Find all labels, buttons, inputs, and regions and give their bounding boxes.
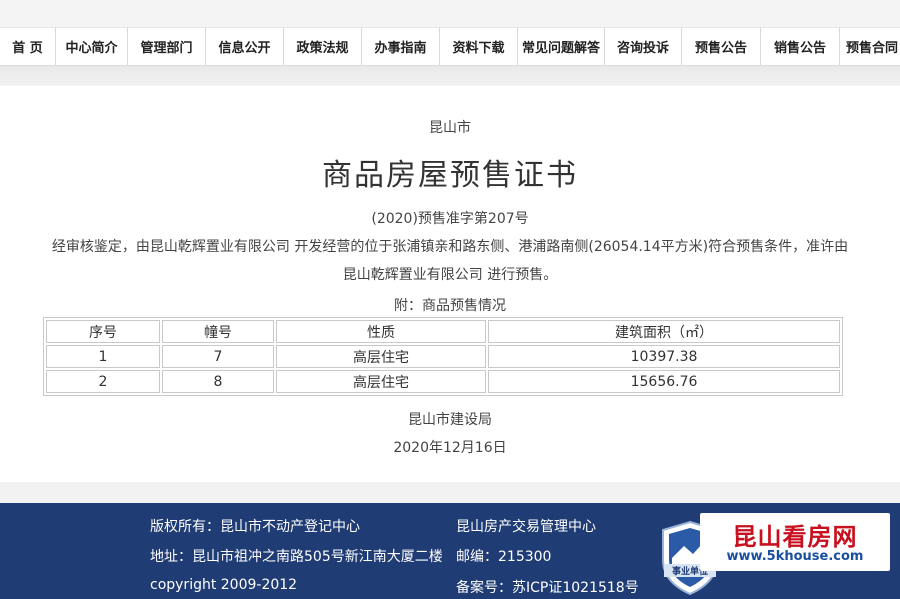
logo-url: www.5khouse.com [726,549,864,564]
nav-item-policies[interactable]: 政策法规 [284,28,362,65]
certificate-panel: 昆山市 商品房屋预售证书 (2020)预售准字第207号 经审核鉴定，由昆山乾辉… [0,86,900,483]
site-logo[interactable]: 昆山看房网 www.5khouse.com [700,513,890,571]
table-cell: 8 [162,370,274,393]
certificate-number: (2020)预售准字第207号 [371,211,529,227]
table-row: 2 8 高层住宅 15656.76 [46,370,840,393]
footer-postcode: 邮编：215300 [456,549,552,565]
top-gap [0,0,900,27]
presale-table: 序号 幢号 性质 建筑面积（㎡） 1 7 高层住宅 10397.38 2 8 高… [43,317,843,396]
table-cell: 高层住宅 [276,345,486,368]
footer-copyright-owner: 版权所有：昆山市不动产登记中心 [150,519,360,535]
table-cell: 7 [162,345,274,368]
table-cell: 15656.76 [488,370,840,393]
table-row: 1 7 高层住宅 10397.38 [46,345,840,368]
certificate-city: 昆山市 [429,120,471,136]
nav-item-disclosure[interactable]: 信息公开 [206,28,284,65]
logo-title: 昆山看房网 [732,523,858,551]
footer-icp[interactable]: 备案号：苏ICP证1021518号 [456,577,639,597]
issue-date: 2020年12月16日 [393,440,507,456]
nav-item-departments[interactable]: 管理部门 [128,28,206,65]
table-cell: 1 [46,345,160,368]
nav-item-faq[interactable]: 常见问题解答 [518,28,605,65]
footer: 版权所有：昆山市不动产登记中心 昆山房产交易管理中心 地址：昆山市祖冲之南路50… [0,503,900,599]
nav-item-presale-notice[interactable]: 预售公告 [682,28,761,65]
nav-item-presale-contract[interactable]: 预售合同 [840,28,900,65]
nav-item-complaints[interactable]: 咨询投诉 [605,28,682,65]
table-header-row: 序号 幢号 性质 建筑面积（㎡） [46,320,840,343]
nav-item-about[interactable]: 中心简介 [56,28,128,65]
attachment-label: 附：商品预售情况 [394,298,506,314]
certificate-title: 商品房屋预售证书 [322,158,578,193]
nav-item-guide[interactable]: 办事指南 [362,28,440,65]
footer-copyright: copyright 2009-2012 [150,577,298,593]
issuing-authority: 昆山市建设局 [408,412,492,428]
table-header: 序号 [46,320,160,343]
page-gap [0,482,900,503]
table-cell: 高层住宅 [276,370,486,393]
footer-center-name: 昆山房产交易管理中心 [456,519,596,535]
table-header: 建筑面积（㎡） [488,320,840,343]
nav-item-home[interactable]: 首 页 [0,28,56,65]
table-cell: 10397.38 [488,345,840,368]
table-cell: 2 [46,370,160,393]
nav-item-sales-notice[interactable]: 销售公告 [761,28,840,65]
table-header: 性质 [276,320,486,343]
main-nav: 首 页 中心简介 管理部门 信息公开 政策法规 办事指南 资料下载 常见问题解答… [0,27,900,67]
footer-address: 地址：昆山市祖冲之南路505号新江南大厦二楼 [150,549,443,565]
nav-item-downloads[interactable]: 资料下载 [440,28,518,65]
certificate-description: 经审核鉴定，由昆山乾辉置业有限公司 开发经营的位于张浦镇亲和路东侧、港浦路南侧(… [51,239,849,283]
table-header: 幢号 [162,320,274,343]
nav-shadow [0,66,900,86]
